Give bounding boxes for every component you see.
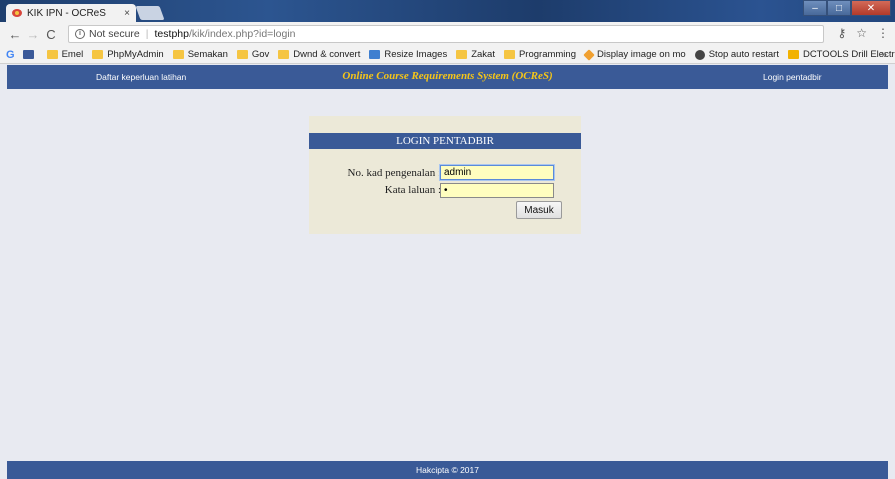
- folder-icon: [503, 50, 515, 59]
- toolbar-actions: ⚷ ☆ ⋮: [837, 26, 889, 40]
- folder-icon: [278, 50, 290, 59]
- bookmark-label: PhpMyAdmin: [107, 49, 164, 60]
- bookmarks-overflow-icon[interactable]: »: [881, 49, 887, 61]
- site-favicon-icon: [12, 9, 22, 17]
- bookmark-facebook[interactable]: [22, 50, 38, 59]
- bookmark-label: Semakan: [187, 49, 228, 60]
- url-host: testphp: [154, 28, 189, 40]
- close-window-button[interactable]: ✕: [851, 0, 891, 16]
- bookmark-item[interactable]: Stop auto restart: [694, 49, 779, 60]
- bookmark-label: Stop auto restart: [708, 49, 779, 60]
- folder-icon: [456, 50, 468, 59]
- bookmark-item[interactable]: Programming: [503, 49, 576, 60]
- reload-button[interactable]: C: [42, 27, 60, 42]
- settings-icon: [694, 49, 705, 60]
- site-header: Daftar keperluan latihan Online Course R…: [7, 65, 888, 89]
- web-icon: [583, 48, 595, 61]
- tab-close-icon[interactable]: ×: [124, 8, 130, 19]
- folder-icon: [172, 50, 184, 59]
- resize-icon: [369, 50, 381, 59]
- site-title: Online Course Requirements System (OCReS…: [342, 70, 553, 82]
- new-tab-button[interactable]: [135, 6, 165, 20]
- bookmark-label: Gov: [251, 49, 270, 60]
- folder-icon: [236, 50, 248, 59]
- bookmark-label: Display image on mo: [597, 49, 686, 60]
- info-icon[interactable]: i: [75, 29, 85, 39]
- bookmark-item[interactable]: Gov: [236, 49, 270, 60]
- password-label: Kata laluan :: [384, 184, 441, 196]
- divider: |: [145, 28, 149, 40]
- bookmark-item[interactable]: DCTOOLS Drill Electr: [787, 49, 895, 60]
- id-label: No. kad pengenalan :: [347, 167, 441, 179]
- bookmarks-bar: G Emel PhpMyAdmin Semakan Gov Dwnd & con…: [0, 46, 895, 64]
- browser-tab[interactable]: KIK IPN - OCReS ×: [6, 4, 136, 22]
- submit-button[interactable]: Masuk: [516, 201, 562, 219]
- menu-icon[interactable]: ⋮: [877, 26, 889, 40]
- star-icon[interactable]: ☆: [856, 26, 867, 40]
- browser-titlebar: KIK IPN - OCReS × – □ ✕: [0, 0, 895, 22]
- key-icon[interactable]: ⚷: [837, 26, 846, 40]
- bookmark-item[interactable]: Emel: [46, 49, 84, 60]
- browser-toolbar: ← → C i Not secure | testphp/kik/index.p…: [0, 22, 895, 46]
- bookmark-label: Resize Images: [384, 49, 448, 60]
- address-bar[interactable]: i Not secure | testphp/kik/index.php?id=…: [68, 25, 824, 43]
- bookmark-item[interactable]: Dwnd & convert: [278, 49, 360, 60]
- forward-button[interactable]: →: [24, 27, 42, 42]
- tool-icon: [787, 50, 799, 59]
- bookmark-label: Emel: [61, 49, 84, 60]
- folder-icon: [92, 50, 104, 59]
- back-button[interactable]: ←: [6, 27, 24, 42]
- login-title: LOGIN PENTADBIR: [309, 133, 581, 149]
- nav-link-login[interactable]: Login pentadbir: [763, 72, 822, 82]
- minimize-button[interactable]: –: [803, 0, 827, 16]
- tab-title: KIK IPN - OCReS: [27, 7, 106, 19]
- login-panel: LOGIN PENTADBIR No. kad pengenalan : adm…: [309, 116, 581, 234]
- bookmark-item[interactable]: Zakat: [456, 49, 495, 60]
- maximize-button[interactable]: □: [827, 0, 851, 16]
- bookmark-item[interactable]: Semakan: [172, 49, 228, 60]
- google-icon[interactable]: G: [6, 49, 15, 61]
- security-status: Not secure: [89, 28, 140, 40]
- password-input[interactable]: •: [440, 183, 554, 198]
- bookmark-item[interactable]: PhpMyAdmin: [92, 49, 164, 60]
- site-footer: Hakcipta © 2017: [7, 461, 888, 479]
- bookmark-label: Dwnd & convert: [293, 49, 361, 60]
- bookmark-label: Programming: [518, 49, 576, 60]
- bookmark-label: Zakat: [471, 49, 495, 60]
- folder-icon: [46, 50, 58, 59]
- id-input[interactable]: admin: [440, 165, 554, 180]
- facebook-icon: [22, 50, 34, 59]
- bookmark-item[interactable]: Display image on mo: [583, 48, 686, 61]
- url-path: /kik/index.php?id=login: [188, 28, 296, 40]
- bookmark-item[interactable]: Resize Images: [369, 49, 447, 60]
- window-controls: – □ ✕: [803, 0, 891, 16]
